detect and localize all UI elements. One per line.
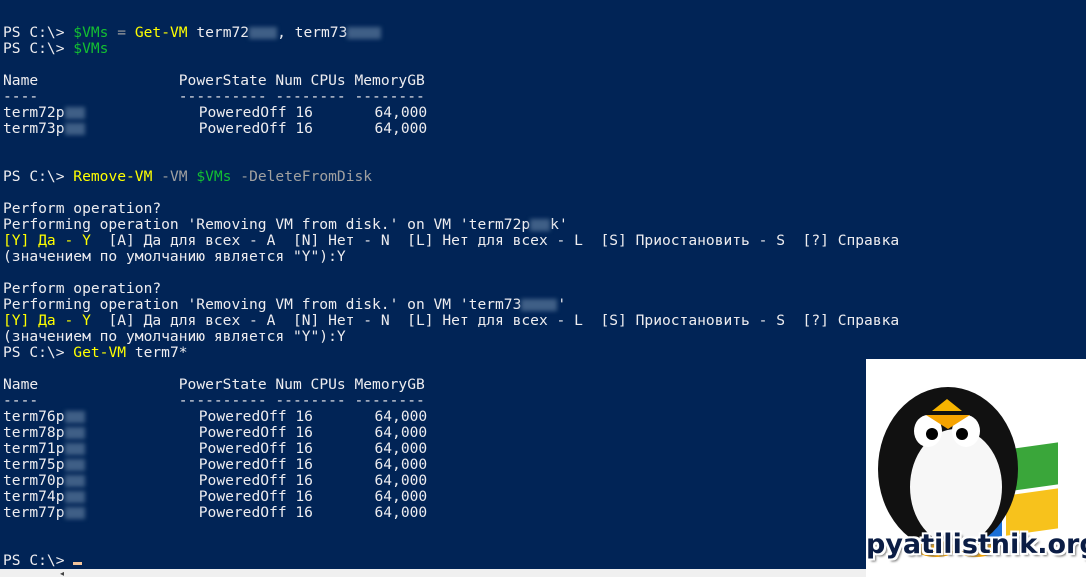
prompt: PS C:\> bbox=[3, 552, 74, 569]
redacted-text bbox=[64, 475, 85, 487]
table-row: term71p PoweredOff 16 64,000 bbox=[3, 441, 427, 457]
table-row: term70p PoweredOff 16 64,000 bbox=[3, 473, 427, 489]
underline: ---- bbox=[3, 88, 39, 105]
underline: ---- bbox=[3, 392, 39, 409]
redacted-text bbox=[64, 491, 85, 503]
default-choice: [Y] Да - Y bbox=[3, 232, 91, 249]
variable-token: $VMs bbox=[73, 40, 109, 57]
command-line-get-vm-wildcard: PS C:\> Get-VM term7* bbox=[3, 345, 188, 361]
column-state-header: PowerState Num CPUs MemoryGB bbox=[178, 376, 425, 393]
prompt: PS C:\> bbox=[3, 40, 74, 57]
argument-token: term7* bbox=[134, 344, 188, 361]
argument-token: term73 bbox=[294, 24, 348, 41]
vm-name: term75p bbox=[3, 456, 65, 473]
table-row: term77p PoweredOff 16 64,000 bbox=[3, 505, 427, 521]
confirm-question: Perform operation? bbox=[3, 280, 162, 297]
prompt: PS C:\> bbox=[3, 344, 74, 361]
table-row: term78p PoweredOff 16 64,000 bbox=[3, 425, 427, 441]
table-row: term72p PoweredOff 16 64,000 bbox=[3, 105, 427, 121]
cmdlet-token: Get-VM bbox=[134, 24, 188, 41]
table-header: Name PowerState Num CPUs MemoryGB bbox=[3, 73, 425, 89]
cmdlet-token: Get-VM bbox=[73, 344, 127, 361]
vm-name: term74p bbox=[3, 488, 65, 505]
column-name-header: Name bbox=[3, 72, 39, 89]
current-prompt-line[interactable]: PS C:\> bbox=[3, 552, 83, 569]
vm-name: term72p bbox=[3, 104, 65, 121]
prompt: PS C:\> bbox=[3, 24, 74, 41]
parameter-token: -DeleteFromDisk bbox=[240, 168, 373, 185]
underline: ---------- -------- -------- bbox=[178, 88, 425, 105]
operation-text: Performing operation 'Removing VM from d… bbox=[3, 216, 531, 233]
table-header: Name PowerState Num CPUs MemoryGB bbox=[3, 377, 425, 393]
command-line-vms: PS C:\> $VMs bbox=[3, 41, 108, 57]
vm-name: term73p bbox=[3, 120, 65, 137]
vm-details: PoweredOff 16 64,000 bbox=[198, 424, 428, 441]
vm-details: PoweredOff 16 64,000 bbox=[198, 456, 428, 473]
redacted-text bbox=[64, 107, 85, 119]
variable-token: $VMs bbox=[196, 168, 232, 185]
table-underline: ---- ---------- -------- -------- bbox=[3, 393, 425, 409]
table-row: term73p PoweredOff 16 64,000 bbox=[3, 121, 427, 137]
vm-name: term77p bbox=[3, 504, 65, 521]
column-name-header: Name bbox=[3, 376, 39, 393]
confirm-question: Perform operation? bbox=[3, 200, 162, 217]
operator-token: = bbox=[117, 24, 127, 41]
redacted-text bbox=[64, 443, 85, 455]
prompt: PS C:\> bbox=[3, 168, 74, 185]
command-line-remove-vm: PS C:\> Remove-VM -VM $VMs -DeleteFromDi… bbox=[3, 169, 372, 185]
redacted-text bbox=[64, 427, 85, 439]
redacted-text bbox=[249, 27, 278, 39]
redacted-text bbox=[64, 507, 85, 519]
redacted-text bbox=[521, 299, 558, 311]
cmdlet-token: Remove-VM bbox=[73, 168, 153, 185]
vm-details: PoweredOff 16 64,000 bbox=[198, 504, 428, 521]
vm-details: PoweredOff 16 64,000 bbox=[198, 120, 428, 137]
default-choice: [Y] Да - Y bbox=[3, 312, 91, 329]
operation-text: ' bbox=[557, 296, 567, 313]
vm-details: PoweredOff 16 64,000 bbox=[198, 488, 428, 505]
redacted-text bbox=[347, 27, 382, 39]
underline: ---------- -------- -------- bbox=[178, 392, 425, 409]
confirm-default: (значением по умолчанию является "Y"):Y bbox=[3, 328, 346, 345]
vm-name: term71p bbox=[3, 440, 65, 457]
other-choices: [A] Да для всех - A [N] Нет - N [L] Нет … bbox=[90, 312, 900, 329]
column-state-header: PowerState Num CPUs MemoryGB bbox=[178, 72, 425, 89]
vm-name: term70p bbox=[3, 472, 65, 489]
table-row: term76p PoweredOff 16 64,000 bbox=[3, 409, 427, 425]
vm-details: PoweredOff 16 64,000 bbox=[198, 440, 428, 457]
argument-token: term72 bbox=[196, 24, 250, 41]
other-choices: [A] Да для всех - A [N] Нет - N [L] Нет … bbox=[90, 232, 900, 249]
confirm-operation: Performing operation 'Removing VM from d… bbox=[3, 297, 566, 313]
operation-text: Performing operation 'Removing VM from d… bbox=[3, 296, 522, 313]
parameter-token: -VM bbox=[161, 168, 188, 185]
redacted-text bbox=[64, 459, 85, 471]
vm-name: term78p bbox=[3, 424, 65, 441]
vm-details: PoweredOff 16 64,000 bbox=[198, 104, 428, 121]
command-line-get-vm: PS C:\> $VMs = Get-VM term72, term73 bbox=[3, 24, 382, 41]
confirm-choices: [Y] Да - Y [A] Да для всех - A [N] Нет -… bbox=[3, 313, 899, 329]
table-underline: ---- ---------- -------- -------- bbox=[3, 89, 425, 105]
table-row: term74p PoweredOff 16 64,000 bbox=[3, 489, 427, 505]
confirm-choices: [Y] Да - Y [A] Да для всех - A [N] Нет -… bbox=[3, 233, 899, 249]
redacted-text bbox=[64, 411, 85, 423]
variable-token: $VMs bbox=[73, 24, 109, 41]
operation-text: k' bbox=[550, 216, 568, 233]
table-row: term75p PoweredOff 16 64,000 bbox=[3, 457, 427, 473]
confirm-default: (значением по умолчанию является "Y"):Y bbox=[3, 248, 346, 265]
site-logo: pyatilistnik.org bbox=[866, 359, 1086, 577]
confirm-operation: Performing operation 'Removing VM from d… bbox=[3, 217, 568, 233]
redacted-text bbox=[530, 219, 551, 231]
text-cursor bbox=[73, 562, 83, 565]
vm-details: PoweredOff 16 64,000 bbox=[198, 408, 428, 425]
logo-text: pyatilistnik.org bbox=[866, 529, 1086, 560]
vm-details: PoweredOff 16 64,000 bbox=[198, 472, 428, 489]
vm-name: term76p bbox=[3, 408, 65, 425]
redacted-text bbox=[64, 123, 85, 135]
